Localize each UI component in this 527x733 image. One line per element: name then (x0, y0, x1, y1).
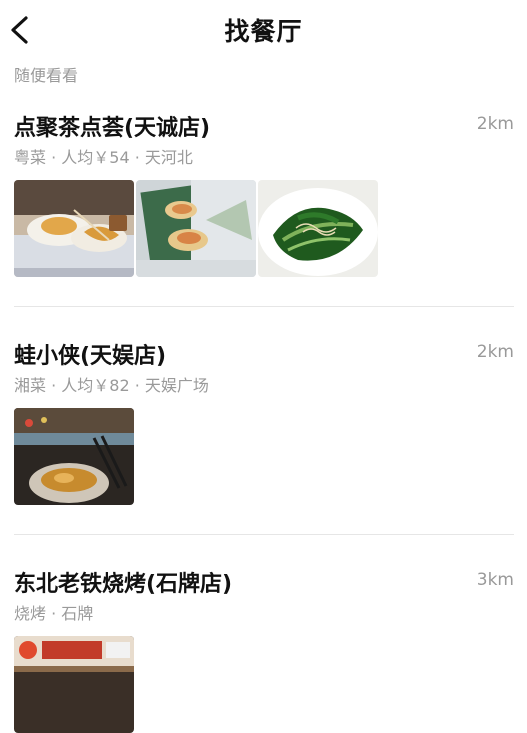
divider (14, 534, 514, 535)
restaurant-card[interactable]: 蛙小侠(天娱店) 2km 湘菜 · 人均￥82 · 天娱广场 (14, 338, 514, 508)
photo-row (14, 636, 134, 733)
page-title: 找餐厅 (224, 17, 303, 46)
restaurant-name: 东北老铁烧烤(石牌店) (14, 572, 233, 597)
photo-row (14, 408, 134, 505)
photo-row (14, 180, 378, 277)
restaurant-distance: 3km (476, 570, 514, 590)
shrimp-dumplings-photo[interactable] (136, 180, 256, 277)
restaurant-name: 点聚茶点荟(天诚店) (14, 116, 211, 141)
restaurant-name: 蛙小侠(天娱店) (14, 344, 167, 369)
divider (14, 306, 514, 307)
choy-sum-greens-photo[interactable] (258, 180, 378, 277)
restaurant-meta: 湘菜 · 人均￥82 · 天娱广场 (14, 376, 209, 395)
restaurant-distance: 2km (476, 342, 514, 362)
frog-hotpot-photo[interactable] (14, 408, 134, 505)
restaurant-card[interactable]: 点聚茶点荟(天诚店) 2km 粤菜 · 人均￥54 · 天河北 (14, 110, 514, 280)
dim-sum-tea-photo[interactable] (14, 180, 134, 277)
restaurant-card[interactable]: 东北老铁烧烤(石牌店) 3km 烧烤 · 石牌 (14, 566, 514, 733)
section-label: 随便看看 (14, 66, 79, 85)
restaurant-meta: 烧烤 · 石牌 (14, 604, 94, 623)
restaurant-distance: 2km (476, 114, 514, 134)
restaurant-meta: 粤菜 · 人均￥54 · 天河北 (14, 148, 193, 167)
bbq-storefront-photo[interactable] (14, 636, 134, 733)
nav-header: 找餐厅 (0, 0, 527, 60)
